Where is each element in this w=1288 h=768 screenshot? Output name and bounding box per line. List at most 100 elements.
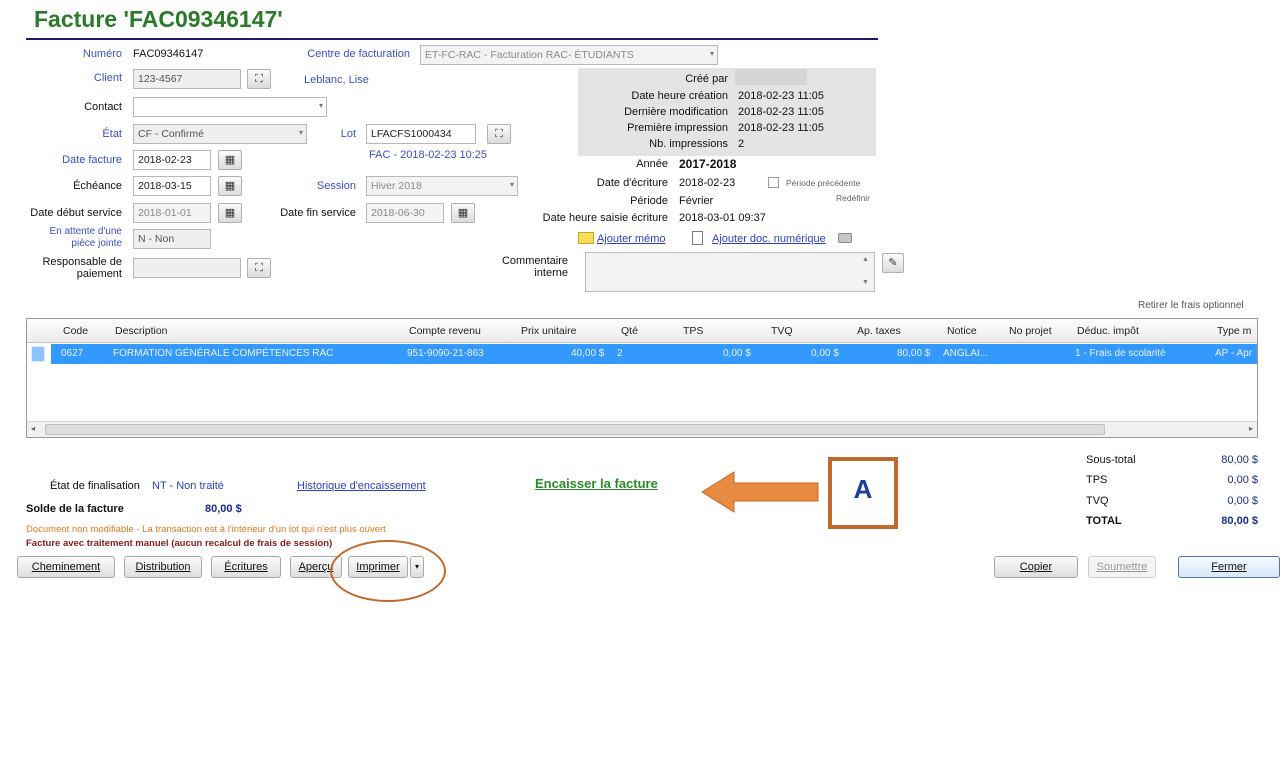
scroll-up-icon[interactable]: ▲ (862, 256, 869, 263)
redefinir-link[interactable]: Redéfinir (836, 193, 870, 203)
premiere-impr-value: 2018-02-23 11:05 (738, 122, 825, 134)
horizontal-scrollbar[interactable]: ◂ ▸ (27, 421, 1257, 437)
edit-comment-icon[interactable]: ✎ (882, 253, 904, 273)
lot-field[interactable]: LFACFS1000434 (366, 124, 476, 144)
cell-description: FORMATION GÉNÉRALE COMPÉTENCES RAC (113, 348, 334, 359)
derniere-modif-label: Dernière modification (624, 106, 728, 118)
annotation-letter: A (853, 474, 873, 504)
date-creation-value: 2018-02-23 11:05 (738, 90, 825, 102)
session-select[interactable]: Hiver 2018 ▾ (366, 176, 518, 196)
binoculars-icon[interactable]: ⛶ (247, 69, 271, 89)
echeance-field[interactable]: 2018-03-15 (133, 176, 211, 196)
total-label: TOTAL (1086, 515, 1122, 527)
saisie-label: Date heure saisie écriture (542, 212, 668, 224)
numero-label: Numéro (82, 48, 122, 60)
calendar-icon[interactable]: ▦ (218, 176, 242, 196)
centre-label: Centre de facturation (307, 48, 410, 60)
cell-tvq: 0,00 $ (811, 348, 839, 359)
client-field[interactable]: 123-4567 (133, 69, 241, 89)
commentaire-field[interactable] (585, 252, 875, 292)
ecritures-button[interactable]: Écritures (211, 556, 281, 578)
memo-icon (578, 232, 594, 244)
document-icon (692, 231, 703, 245)
saisie-value: 2018-03-01 09:37 (679, 212, 766, 224)
apercu-button-label: Aperçu (298, 561, 334, 573)
copier-button[interactable]: Copier (994, 556, 1078, 578)
responsable-field[interactable] (133, 258, 241, 278)
date-facture-field[interactable]: 2018-02-23 (133, 150, 211, 170)
col-header-ap-taxes[interactable]: Ap. taxes (857, 325, 901, 337)
page-title: Facture 'FAC09346147' (34, 6, 283, 32)
col-header-compte[interactable]: Compte revenu (409, 325, 481, 337)
distribution-button[interactable]: Distribution (124, 556, 202, 578)
scanner-icon[interactable] (838, 233, 852, 243)
chevron-down-icon: ▾ (509, 180, 514, 189)
table-row[interactable]: 0627 FORMATION GÉNÉRALE COMPÉTENCES RAC … (51, 344, 1257, 364)
periode-precedente-checkbox[interactable] (768, 177, 779, 188)
etat-select[interactable]: CF - Confirmé ▾ (133, 124, 307, 144)
col-header-tvq[interactable]: TVQ (771, 325, 793, 337)
binoculars-icon[interactable]: ⛶ (487, 124, 511, 144)
calendar-icon[interactable]: ▦ (451, 203, 475, 223)
cell-type: AP - Apr (1215, 348, 1253, 359)
solde-label: Solde de la facture (26, 503, 124, 515)
cheminement-button[interactable]: Cheminement (17, 556, 115, 578)
historique-link[interactable]: Historique d'encaissement (297, 480, 426, 492)
col-header-no-projet[interactable]: No projet (1009, 325, 1052, 337)
col-header-deduc[interactable]: Déduc. impôt (1077, 325, 1139, 337)
binoculars-icon[interactable]: ⛶ (247, 258, 271, 278)
col-header-tps[interactable]: TPS (683, 325, 703, 337)
contact-select[interactable]: ▾ (133, 97, 327, 117)
row-selector[interactable] (31, 346, 45, 362)
tps-value: 0,00 $ (1227, 474, 1258, 486)
calendar-icon[interactable]: ▦ (218, 203, 242, 223)
col-header-notice[interactable]: Notice (947, 325, 977, 337)
chevron-down-icon: ▾ (709, 49, 714, 58)
cell-prix: 40,00 $ (571, 348, 605, 359)
date-debut-field[interactable]: 2018-01-01 (133, 203, 211, 223)
cell-code: 0627 (61, 348, 84, 359)
centre-select[interactable]: ET-FC-RAC - Facturation RAC- ÉTUDIANTS ▾ (420, 45, 718, 65)
calendar-icon[interactable]: ▦ (218, 150, 242, 170)
col-header-prix[interactable]: Prix unitaire (521, 325, 576, 337)
echeance-label: Échéance (73, 180, 122, 192)
scroll-left-icon[interactable]: ◂ (31, 424, 35, 433)
client-label: Client (93, 72, 122, 84)
session-value: Hiver 2018 (371, 180, 422, 192)
ecritures-button-label: Écritures (224, 561, 268, 573)
cree-par-field (735, 69, 807, 85)
tvq-label: TVQ (1086, 495, 1109, 507)
col-header-qte[interactable]: Qté (621, 325, 638, 337)
encaisser-facture-link[interactable]: Encaisser la facture (535, 476, 658, 491)
copier-button-label: Copier (1019, 561, 1053, 573)
solde-value: 80,00 $ (205, 503, 242, 515)
date-ecriture-label: Date d'écriture (596, 177, 668, 189)
cell-qte: 2 (617, 348, 623, 359)
periode-precedente-label: Période précédente (786, 178, 861, 188)
etat-final-value: NT - Non traité (152, 480, 224, 492)
derniere-modif-value: 2018-02-23 11:05 (738, 106, 825, 118)
date-fin-field[interactable]: 2018-06-30 (366, 203, 444, 223)
soumettre-button[interactable]: Soumettre (1088, 556, 1156, 578)
soustotal-label: Sous-total (1086, 454, 1136, 466)
responsable-label: Responsable de paiement (42, 256, 122, 280)
attente-field[interactable]: N - Non (133, 229, 211, 249)
tps-label: TPS (1086, 474, 1108, 486)
lot-label: Lot (340, 128, 356, 140)
ajouter-doc-link[interactable]: Ajouter doc. numérique (712, 233, 826, 245)
cheminement-button-label: Cheminement (31, 561, 101, 573)
col-header-code[interactable]: Code (63, 325, 88, 337)
annotation-circle (330, 540, 446, 602)
col-header-type[interactable]: Type m (1217, 325, 1251, 337)
scroll-down-icon[interactable]: ▼ (862, 279, 869, 286)
tvq-value: 0,00 $ (1227, 495, 1258, 507)
nb-impr-value: 2 (738, 138, 745, 150)
scrollbar-thumb[interactable] (45, 424, 1105, 435)
scroll-right-icon[interactable]: ▸ (1249, 424, 1253, 433)
retirer-frais-link[interactable]: Retirer le frais optionnel (1138, 300, 1244, 311)
col-header-description[interactable]: Description (115, 325, 168, 337)
ajouter-memo-link[interactable]: Ajouter mémo (597, 233, 665, 245)
fermer-button-label: Fermer (1211, 561, 1247, 573)
commentaire-label: Commentaire interne (501, 255, 568, 279)
fermer-button[interactable]: Fermer (1178, 556, 1280, 578)
